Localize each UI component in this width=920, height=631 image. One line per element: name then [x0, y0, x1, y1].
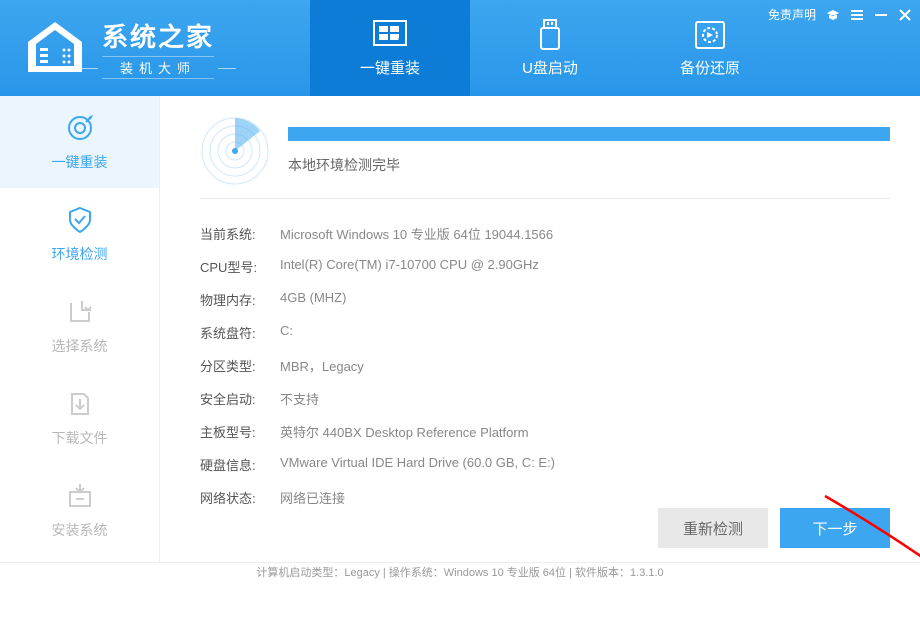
recheck-button[interactable]: 重新检测: [658, 508, 768, 548]
tab-usb-boot[interactable]: U盘启动: [470, 0, 630, 96]
info-row: 主板型号:英特尔 440BX Desktop Reference Platfor…: [200, 415, 890, 448]
sidebar-item-install[interactable]: 安装系统: [0, 464, 159, 556]
disclaimer-link[interactable]: 免责声明: [768, 6, 816, 23]
sidebar: 一键重装 环境检测 选择系统 下载文件 安装系统: [0, 96, 160, 562]
info-list: 当前系统:Microsoft Windows 10 专业版 64位 19044.…: [200, 217, 890, 514]
info-row: 当前系统:Microsoft Windows 10 专业版 64位 19044.…: [200, 217, 890, 250]
select-icon: [64, 296, 96, 328]
tab-label: U盘启动: [522, 57, 578, 78]
download-icon: [64, 388, 96, 420]
sidebar-item-reinstall[interactable]: 一键重装: [0, 96, 159, 188]
windows-refresh-icon: [370, 19, 410, 51]
footer-text: 计算机启动类型：Legacy | 操作系统：Windows 10 专业版 64位…: [256, 564, 663, 580]
tab-label: 备份还原: [680, 57, 740, 78]
settings-icon[interactable]: [850, 8, 864, 22]
sidebar-label: 一键重装: [52, 152, 108, 172]
usb-icon: [530, 19, 570, 51]
logo-area: 系统之家 装机大师: [0, 17, 300, 79]
sidebar-label: 安装系统: [52, 520, 108, 540]
hat-icon[interactable]: [826, 8, 840, 22]
sidebar-item-select-system[interactable]: 选择系统: [0, 280, 159, 372]
logo-title: 系统之家: [102, 17, 214, 54]
info-row: 系统盘符:C:: [200, 316, 890, 349]
logo-subtitle: 装机大师: [102, 56, 214, 79]
header: 系统之家 装机大师 一键重装 U盘启动 备份还原 免责声明: [0, 0, 920, 96]
tab-label: 一键重装: [360, 57, 420, 78]
tab-backup-restore[interactable]: 备份还原: [630, 0, 790, 96]
next-button[interactable]: 下一步: [780, 508, 890, 548]
sidebar-item-env-check[interactable]: 环境检测: [0, 188, 159, 280]
sidebar-label: 环境检测: [52, 244, 108, 264]
progress-bar: [288, 127, 890, 141]
tab-reinstall[interactable]: 一键重装: [310, 0, 470, 96]
shield-check-icon: [64, 204, 96, 236]
window-controls: 免责声明: [768, 6, 912, 23]
top-tabs: 一键重装 U盘启动 备份还原: [310, 0, 790, 96]
footer: 计算机启动类型：Legacy | 操作系统：Windows 10 专业版 64位…: [0, 562, 920, 580]
close-icon[interactable]: [898, 8, 912, 22]
main-content: 本地环境检测完毕 当前系统:Microsoft Windows 10 专业版 6…: [160, 96, 920, 562]
target-icon: [64, 112, 96, 144]
info-row: 物理内存:4GB (MHZ): [200, 283, 890, 316]
divider: [200, 198, 890, 199]
info-row: 硬盘信息:VMware Virtual IDE Hard Drive (60.0…: [200, 448, 890, 481]
minimize-icon[interactable]: [874, 8, 888, 22]
sidebar-label: 选择系统: [52, 336, 108, 356]
info-row: 安全启动:不支持: [200, 382, 890, 415]
sidebar-item-download[interactable]: 下载文件: [0, 372, 159, 464]
sidebar-label: 下载文件: [52, 428, 108, 448]
info-row: CPU型号:Intel(R) Core(TM) i7-10700 CPU @ 2…: [200, 250, 890, 283]
backup-icon: [690, 19, 730, 51]
progress-text: 本地环境检测完毕: [288, 155, 890, 175]
info-row: 分区类型:MBR，Legacy: [200, 349, 890, 382]
radar-icon: [200, 116, 270, 186]
install-icon: [64, 480, 96, 512]
